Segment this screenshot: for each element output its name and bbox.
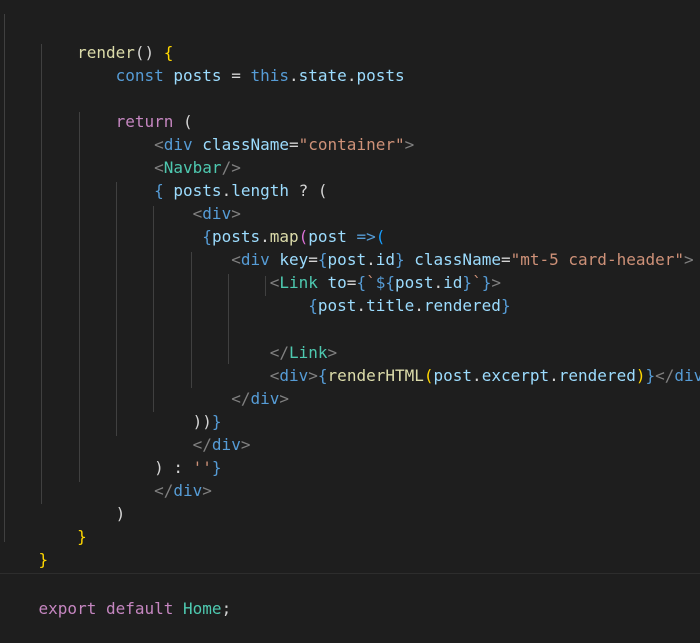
tag-bracket: >: [279, 389, 289, 408]
jsx-brace: {: [317, 366, 328, 385]
component-name: Home: [183, 599, 222, 618]
code-line-15[interactable]: <div>{renderHTML(post.excerpt.rendered)}…: [0, 341, 700, 385]
property: rendered: [423, 296, 501, 315]
paren: (: [423, 366, 434, 385]
semicolon: ;: [221, 599, 232, 618]
code-line-8[interactable]: <div>: [0, 179, 241, 223]
tag-name: div: [250, 389, 280, 408]
function-name: renderHTML: [327, 366, 424, 385]
code-line-2[interactable]: const posts = this.state.posts: [0, 41, 405, 85]
variable: post: [317, 296, 357, 315]
string: "container": [298, 135, 405, 154]
code-editor[interactable]: render() { const posts = this.state.post…: [0, 0, 700, 618]
tag-bracket: </: [655, 366, 675, 385]
jsx-brace: }: [645, 366, 656, 385]
dot: .: [289, 66, 299, 85]
keyword-const: const: [115, 66, 174, 85]
code-line-23[interactable]: }: [0, 525, 49, 569]
code-line-16[interactable]: </div>: [0, 364, 289, 408]
operator: =: [221, 66, 251, 85]
dot: .: [346, 66, 357, 85]
brace-close: }: [77, 527, 87, 546]
code-line-18[interactable]: </div>: [0, 410, 251, 454]
code-line-25[interactable]: export default Home;: [0, 574, 232, 618]
variable: post: [433, 366, 473, 385]
code-line-12[interactable]: {post.title.rendered}: [0, 271, 510, 315]
dot: .: [414, 296, 424, 315]
tag-bracket: >: [202, 481, 212, 500]
operator: ? (: [289, 181, 328, 200]
dot: .: [356, 296, 367, 315]
code-line-17[interactable]: ))}: [0, 387, 222, 431]
tag-bracket: </: [231, 389, 251, 408]
tag-bracket: >: [404, 135, 415, 154]
keyword-export: export: [38, 599, 106, 618]
tag-bracket: >: [240, 435, 251, 454]
tag-name: div: [674, 366, 700, 385]
code-line-7[interactable]: { posts.length ? (: [0, 156, 327, 200]
tag-bracket: >: [684, 250, 694, 269]
code-line-5[interactable]: <div className="container">: [0, 110, 414, 154]
variable: posts: [173, 66, 222, 85]
property: title: [366, 296, 415, 315]
jsx-brace: }: [500, 296, 511, 315]
code-line-11[interactable]: <Link to={`${post.id}`}>: [0, 248, 501, 292]
operator: =: [289, 135, 299, 154]
property: state: [298, 66, 347, 85]
property: excerpt: [481, 366, 550, 385]
property: posts: [356, 66, 405, 85]
paren: ): [115, 504, 126, 523]
keyword-this: this: [250, 66, 289, 85]
operator: =: [500, 250, 511, 269]
code-line-10[interactable]: <div key={post.id} className="mt-5 card-…: [0, 225, 693, 269]
tag-bracket: </: [154, 481, 174, 500]
tag-bracket: >: [308, 366, 318, 385]
code-line-19[interactable]: ) : ''}: [0, 433, 221, 477]
jsx-brace: {: [308, 296, 318, 315]
code-line-20[interactable]: </div>: [0, 456, 212, 500]
code-line-22[interactable]: }: [0, 502, 87, 546]
keyword-default: default: [105, 599, 184, 618]
code-line-1[interactable]: render() {: [0, 18, 173, 62]
dot: .: [472, 366, 482, 385]
string: "mt-5 card-header": [510, 250, 684, 269]
code-line-6[interactable]: <Navbar/>: [0, 133, 241, 177]
brace-close: }: [38, 550, 49, 569]
dot: .: [549, 366, 559, 385]
tag-name: div: [173, 481, 203, 500]
property: rendered: [558, 366, 636, 385]
code-line-21[interactable]: ): [0, 479, 126, 523]
code-line-14[interactable]: </Link>: [0, 318, 337, 362]
code-line-4[interactable]: return (: [0, 87, 193, 131]
jsx-brace: }: [211, 458, 222, 477]
code-line-9[interactable]: {posts.map(post =>(: [0, 202, 385, 246]
